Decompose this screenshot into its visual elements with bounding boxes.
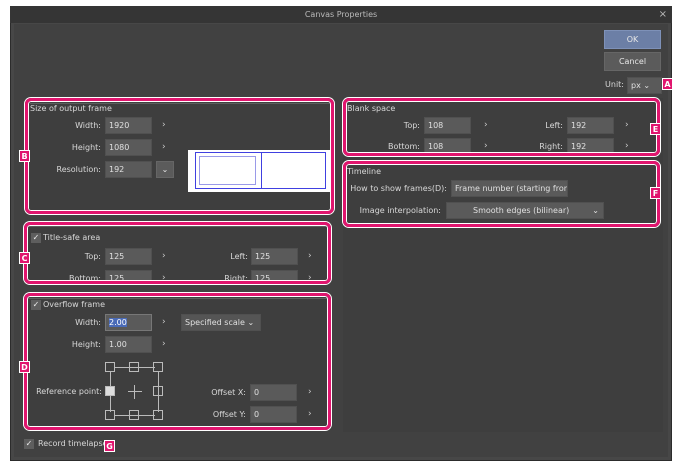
unit-value: px (631, 81, 641, 90)
badge-e: E (650, 123, 661, 135)
cancel-button[interactable]: Cancel (604, 52, 661, 71)
highlight-e (343, 98, 660, 156)
ok-button[interactable]: OK (604, 30, 661, 49)
chevron-down-icon: ⌄ (643, 81, 651, 90)
badge-b: B (19, 150, 30, 162)
highlight-b (25, 98, 334, 214)
badge-d: D (19, 361, 30, 373)
timelapse-label[interactable]: Record timelapse (38, 439, 108, 449)
highlight-c (24, 222, 331, 284)
badge-a: A (662, 78, 673, 90)
title-bar: Canvas Properties (10, 6, 672, 23)
badge-c: C (19, 252, 30, 264)
timelapse-checkbox[interactable]: ✓ (24, 439, 34, 449)
highlight-f (343, 161, 660, 227)
badge-g: G (104, 440, 115, 452)
highlight-d (24, 293, 331, 430)
unit-label: Unit: (605, 80, 624, 89)
badge-f: F (650, 187, 661, 199)
unit-select[interactable]: px ⌄ (627, 77, 662, 94)
dialog-title: Canvas Properties (304, 10, 378, 19)
close-icon[interactable]: × (659, 6, 667, 23)
